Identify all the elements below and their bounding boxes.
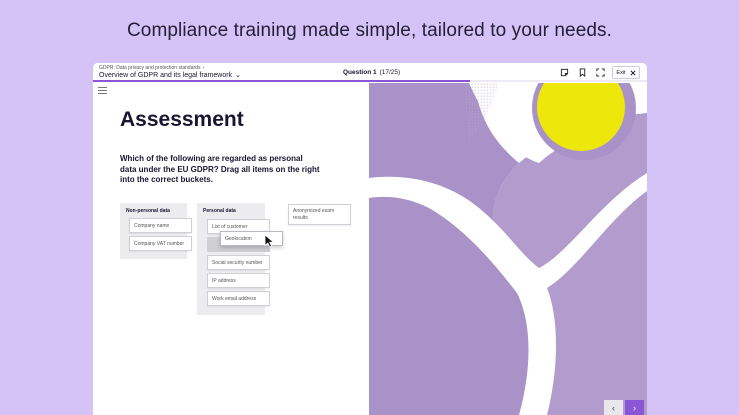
drag-item-anonymized-exam-results[interactable]: Anonymized exam results <box>288 204 351 225</box>
note-icon[interactable] <box>559 67 569 77</box>
progress-fill <box>93 80 470 82</box>
menu-icon[interactable] <box>98 87 107 96</box>
drag-item-work-email-address[interactable]: Work email address <box>207 291 270 306</box>
bucket-personal-data[interactable]: Personal data List of customer Social se… <box>197 203 270 315</box>
chevron-left-icon: ‹ <box>612 402 615 413</box>
drag-item-company-name[interactable]: Company name <box>129 218 192 233</box>
close-icon <box>630 69 636 76</box>
chevron-down-icon: ⌄ <box>235 72 241 79</box>
cursor-pointer-icon <box>264 234 275 248</box>
bucket-title: Non-personal data <box>126 208 170 214</box>
fullscreen-icon[interactable] <box>595 67 605 77</box>
question-label: Question 1 <box>343 69 377 76</box>
prev-button[interactable]: ‹ <box>604 400 623 415</box>
top-bar: GDPR: Data privacy and protection standa… <box>93 63 647 82</box>
drag-item-company-vat-number[interactable]: Company VAT number <box>129 236 192 251</box>
next-button[interactable]: › <box>625 400 644 415</box>
question-indicator: Question 1 (17/25) <box>343 69 400 76</box>
chevron-right-icon: › <box>633 402 636 413</box>
bookmark-icon[interactable] <box>577 67 587 77</box>
illustration-panel <box>369 83 647 415</box>
page-title: Assessment <box>120 108 244 131</box>
module-title: Overview of GDPR and its legal framework <box>99 72 233 79</box>
drag-item-ip-address[interactable]: IP address <box>207 273 270 288</box>
exit-label: Exit <box>616 69 626 76</box>
question-panel: Assessment Which of the following are re… <box>93 83 369 415</box>
decorative-illustration <box>369 83 647 415</box>
question-text: Which of the following are regarded as p… <box>120 154 320 184</box>
question-count: (17/25) <box>379 69 401 76</box>
course-player-window: GDPR: Data privacy and protection standa… <box>93 63 647 415</box>
bucket-title: Personal data <box>203 208 236 214</box>
bucket-non-personal-data[interactable]: Non-personal data Company name Company V… <box>120 203 192 259</box>
module-selector[interactable]: Overview of GDPR and its legal framework… <box>99 71 241 79</box>
drag-item-social-security-number[interactable]: Social security number <box>207 255 270 270</box>
tagline: Compliance training made simple, tailore… <box>126 20 613 41</box>
exit-button[interactable]: Exit <box>612 66 640 79</box>
progress-bar <box>93 80 647 82</box>
